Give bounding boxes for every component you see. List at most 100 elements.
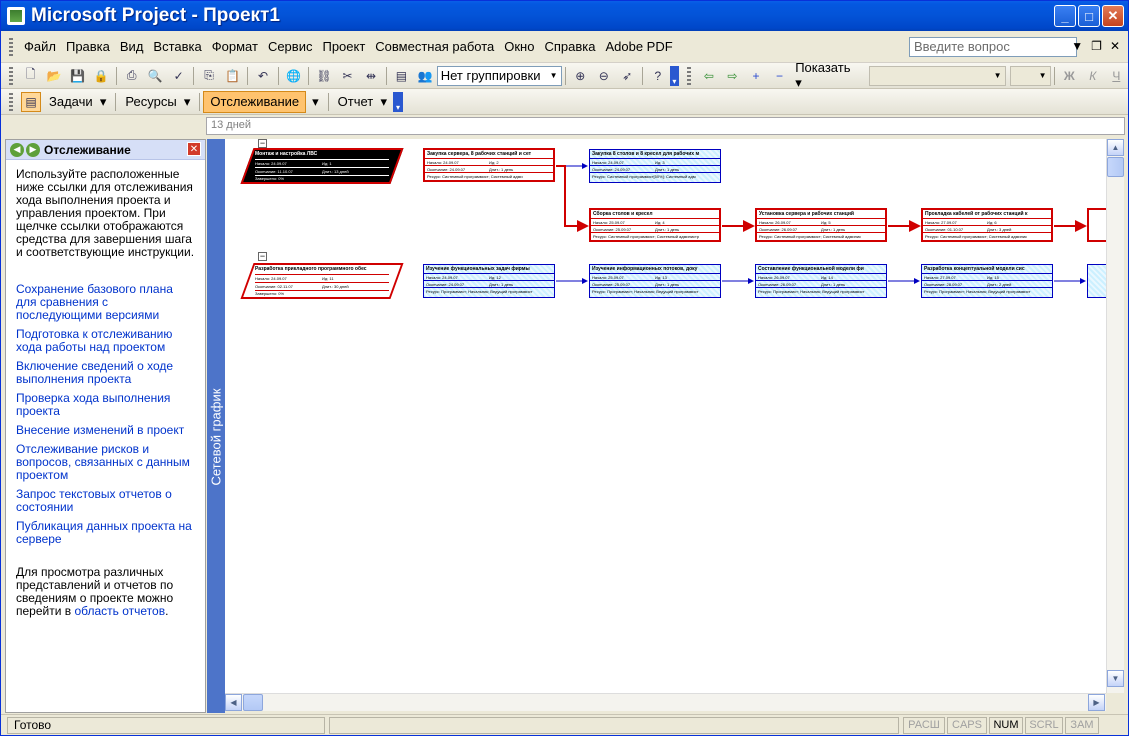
- bold-icon[interactable]: Ж: [1060, 66, 1080, 86]
- minus-icon[interactable]: −: [770, 66, 790, 86]
- grouping-select[interactable]: Нет группировки ▼: [436, 65, 562, 86]
- resources-button[interactable]: Ресурсы ▾: [119, 91, 196, 113]
- toolbar-options-icon[interactable]: ▾: [669, 65, 680, 86]
- task-node[interactable]: Разработка концептуальной модели сис Нач…: [921, 264, 1053, 298]
- zoom-in-icon[interactable]: ⊕: [571, 66, 591, 86]
- task-info-icon[interactable]: ▤: [392, 66, 412, 86]
- summary-node-lan[interactable]: Монтаж и настройка ЛВС Начало: 24.09.07 И…: [240, 148, 404, 184]
- menu-window[interactable]: Окно: [499, 37, 539, 57]
- menu-collaborate[interactable]: Совместная работа: [370, 37, 499, 57]
- menu-file[interactable]: Файл: [19, 37, 61, 57]
- report-button[interactable]: Отчет ▾: [332, 91, 393, 113]
- hyperlink-icon[interactable]: 🌐: [284, 66, 304, 86]
- link-track-risks[interactable]: Отслеживание рисков и вопросов, связанны…: [16, 443, 195, 482]
- show-button[interactable]: Показать ▾: [791, 60, 863, 91]
- zoom-out-icon[interactable]: ⊖: [594, 66, 614, 86]
- task-node[interactable]: Установка сервера и рабочих станций Нача…: [755, 208, 887, 242]
- scroll-thumb[interactable]: [1107, 157, 1124, 177]
- task-node[interactable]: Прокладка кабелей от рабочих станций к Н…: [921, 208, 1053, 242]
- permission-icon[interactable]: 🔒: [91, 66, 111, 86]
- scroll-up-icon[interactable]: ▲: [1107, 139, 1124, 156]
- horizontal-scrollbar[interactable]: ◀ ▶: [225, 693, 1106, 711]
- open-icon[interactable]: 📂: [44, 66, 64, 86]
- doc-close-icon[interactable]: ✕: [1110, 39, 1120, 53]
- task-node[interactable]: Закупка сервера, 8 рабочих станций и сет…: [423, 148, 555, 182]
- print-icon[interactable]: ⎙: [122, 66, 142, 86]
- menu-adobe-pdf[interactable]: Adobe PDF: [600, 37, 677, 57]
- tasks-button[interactable]: Задачи ▾: [43, 91, 112, 113]
- entry-bar-input[interactable]: 13 дней: [206, 117, 1125, 135]
- split-task-icon[interactable]: ⇹: [361, 66, 381, 86]
- menu-insert[interactable]: Вставка: [148, 37, 206, 57]
- new-icon[interactable]: 🗋: [21, 66, 41, 86]
- tracking-dropdown[interactable]: ▾: [306, 91, 325, 113]
- arrow-left-icon[interactable]: ⇦: [699, 66, 719, 86]
- menu-tools[interactable]: Сервис: [263, 37, 318, 57]
- scroll-thumb[interactable]: [243, 694, 263, 711]
- scroll-down-icon[interactable]: ▼: [1107, 670, 1124, 687]
- task-node[interactable]: Сборка столов и кресел Начало: 25.09.07 И…: [589, 208, 721, 242]
- task-node[interactable]: Закупка 8 столов и 8 кресел для рабочих …: [589, 149, 721, 183]
- menu-edit[interactable]: Правка: [61, 37, 115, 57]
- link-check-progress[interactable]: Проверка хода выполнения проекта: [16, 392, 195, 418]
- network-diagram[interactable]: − − Монтаж и настройка ЛВС Начало: 24.09…: [225, 139, 1106, 693]
- close-icon[interactable]: ✕: [1102, 5, 1124, 27]
- link-report-area[interactable]: область отчетов: [74, 604, 165, 618]
- guide-toggle-icon[interactable]: ▤: [21, 91, 41, 112]
- link-prepare-tracking[interactable]: Подготовка к отслеживанию хода работы на…: [16, 328, 195, 354]
- forward-icon[interactable]: ▶: [26, 142, 40, 157]
- goto-task-icon[interactable]: ➶: [618, 66, 638, 86]
- print-preview-icon[interactable]: 🔍: [145, 66, 165, 86]
- toolbar-grip[interactable]: [9, 92, 13, 111]
- menu-help[interactable]: Справка: [539, 37, 600, 57]
- font-size-select[interactable]: ▼: [1009, 65, 1051, 86]
- link-tasks-icon[interactable]: ⛓: [314, 66, 334, 86]
- app-icon[interactable]: [7, 7, 25, 25]
- summary-node-software[interactable]: Разработка прикладного программного обес…: [240, 263, 404, 299]
- ask-question-input[interactable]: Введите вопрос: [909, 37, 1077, 57]
- task-node-partial[interactable]: [1087, 264, 1106, 298]
- collapse-toggle[interactable]: −: [258, 252, 267, 261]
- copy-icon[interactable]: ⎘: [199, 66, 219, 86]
- link-publish-server[interactable]: Публикация данных проекта на сервере: [16, 520, 195, 546]
- restore-icon[interactable]: ❐: [1091, 39, 1102, 53]
- link-include-progress[interactable]: Включение сведений о ходе выполнения про…: [16, 360, 195, 386]
- collapse-toggle[interactable]: −: [258, 139, 267, 148]
- menu-format[interactable]: Формат: [207, 37, 263, 57]
- minimize-icon[interactable]: _: [1054, 5, 1076, 27]
- toolbar-options-icon[interactable]: ▾: [393, 91, 404, 112]
- vertical-scrollbar[interactable]: ▲ ▼: [1106, 139, 1124, 693]
- menu-view[interactable]: Вид: [115, 37, 149, 57]
- toolbar-grip[interactable]: [9, 37, 13, 56]
- spelling-icon[interactable]: ✓: [169, 66, 189, 86]
- undo-icon[interactable]: ↶: [253, 66, 273, 86]
- back-icon[interactable]: ◀: [10, 142, 24, 157]
- paste-icon[interactable]: 📋: [223, 66, 243, 86]
- task-node[interactable]: Составление функциональной модели фи Нач…: [755, 264, 887, 298]
- font-select[interactable]: ▼: [868, 65, 1006, 86]
- ask-dropdown-icon[interactable]: ▼: [1071, 39, 1083, 53]
- toolbar-grip[interactable]: [687, 66, 692, 85]
- node-finish: Окончание: 25.09.07: [592, 282, 631, 287]
- task-node[interactable]: Изучение функциональных задач фирмы Нача…: [423, 264, 555, 298]
- help-icon[interactable]: ?: [648, 66, 668, 86]
- close-icon[interactable]: ✕: [187, 142, 201, 156]
- link-status-reports[interactable]: Запрос текстовых отчетов о состоянии: [16, 488, 195, 514]
- plus-icon[interactable]: +: [746, 66, 766, 86]
- assign-resources-icon[interactable]: 👥: [415, 66, 435, 86]
- link-save-baseline[interactable]: Сохранение базового плана для сравнения …: [16, 283, 195, 322]
- tracking-button[interactable]: Отслеживание: [203, 90, 307, 113]
- link-make-changes[interactable]: Внесение изменений в проект: [16, 424, 195, 437]
- maximize-icon[interactable]: □: [1078, 5, 1100, 27]
- task-node-partial[interactable]: [1087, 208, 1106, 242]
- task-node[interactable]: Изучение информационных потоков, доку На…: [589, 264, 721, 298]
- underline-icon[interactable]: Ч: [1107, 66, 1127, 86]
- menu-project[interactable]: Проект: [317, 37, 370, 57]
- toolbar-grip[interactable]: [9, 66, 13, 85]
- save-icon[interactable]: 💾: [68, 66, 88, 86]
- scroll-right-icon[interactable]: ▶: [1088, 694, 1105, 711]
- arrow-right-icon[interactable]: ⇨: [723, 66, 743, 86]
- unlink-tasks-icon[interactable]: ✂: [338, 66, 358, 86]
- scroll-left-icon[interactable]: ◀: [225, 694, 242, 711]
- italic-icon[interactable]: К: [1083, 66, 1103, 86]
